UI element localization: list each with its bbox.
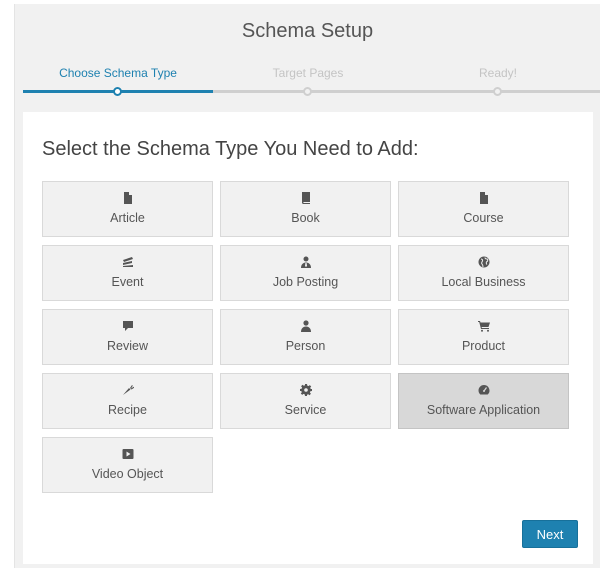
carrot-icon [43,383,212,397]
wizard-container: Schema Setup Choose Schema Type Target P… [14,4,600,568]
schema-card-software-application[interactable]: Software Application [398,373,569,429]
step-1-dot [113,87,122,96]
schema-card-video-object[interactable]: Video Object [42,437,213,493]
file-icon [399,191,568,205]
step-2-dot [303,87,312,96]
step-3-dot [493,87,502,96]
schema-card-local-business[interactable]: Local Business [398,245,569,301]
cart-icon [399,319,568,333]
schema-card-product[interactable]: Product [398,309,569,365]
step-ready[interactable]: Ready! [403,66,593,80]
book-icon [221,191,390,205]
schema-card-course[interactable]: Course [398,181,569,237]
schema-card-book[interactable]: Book [220,181,391,237]
schema-card-label: Article [110,211,145,225]
schema-card-label: Person [285,339,326,353]
step-target-pages[interactable]: Target Pages [213,66,403,80]
schema-card-label: Job Posting [272,275,339,289]
user-tie-icon [221,255,390,269]
calendar-icon [43,255,212,269]
schema-card-label: Course [463,211,504,225]
user-icon [221,319,390,333]
schema-card-label: Local Business [441,275,526,289]
panel-heading: Select the Schema Type You Need to Add: [42,138,419,160]
gear-icon [221,383,390,397]
schema-card-label: Review [107,339,148,353]
schema-card-label: Event [111,275,144,289]
schema-card-event[interactable]: Event [42,245,213,301]
schema-panel: Select the Schema Type You Need to Add: … [23,112,593,564]
schema-card-job-posting[interactable]: Job Posting [220,245,391,301]
schema-card-review[interactable]: Review [42,309,213,365]
video-icon [43,447,212,461]
next-button[interactable]: Next [522,520,578,548]
schema-card-person[interactable]: Person [220,309,391,365]
schema-card-label: Video Object [91,467,164,481]
comment-icon [43,319,212,333]
wizard-title: Schema Setup [241,20,374,42]
file-icon [43,191,212,205]
schema-card-label: Book [291,211,320,225]
globe-icon [399,255,568,269]
schema-card-recipe[interactable]: Recipe [42,373,213,429]
schema-card-label: Service [284,403,327,417]
schema-card-article[interactable]: Article [42,181,213,237]
schema-card-label: Product [461,339,506,353]
step-choose-schema-type[interactable]: Choose Schema Type [23,66,213,80]
schema-card-service[interactable]: Service [220,373,391,429]
dashboard-icon [399,383,568,397]
schema-card-label: Software Application [426,403,541,417]
wizard-steps: Choose Schema Type Target Pages Ready! [23,66,600,96]
schema-card-label: Recipe [108,403,147,417]
